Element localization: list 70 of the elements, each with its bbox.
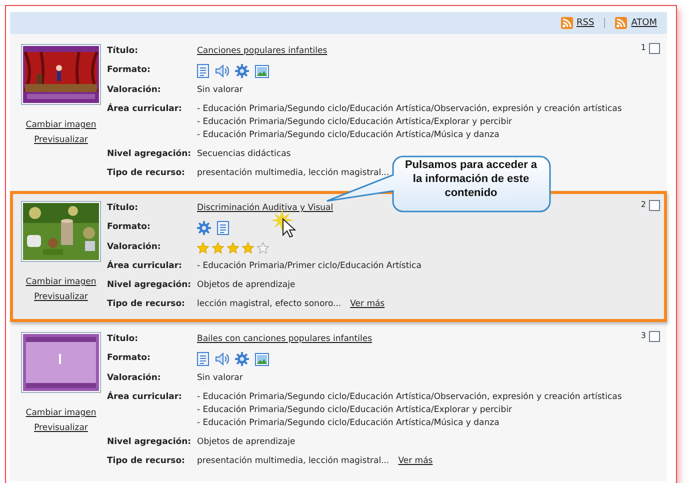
field-label: Formato: [107,221,152,234]
field-label: Título: [107,45,139,58]
field-label: Nivel agregación: [107,148,192,161]
field-label: Nivel agregación: [107,436,192,449]
image-icon [255,352,269,366]
callout-text: Pulsamos para acceder a la información de este contenido [404,158,538,200]
field-value: Objetos de aprendizaje [197,436,296,449]
speaker-icon [215,352,229,366]
result-number: 3 [640,331,646,340]
link[interactable]: Previsualizar [34,422,88,434]
gear-icon [235,352,249,366]
field-label: Valoración: [107,241,162,254]
feed-link[interactable]: RSS [560,17,594,29]
feed-icon [560,17,572,29]
field-value: lección magistral, efecto sonoro... [197,298,342,311]
feed-icon [615,17,628,29]
curricular-area: - Educación Primaria/Segundo ciclo/Educación Artística/Explorar y percibir [197,404,512,417]
curricular-area: - Educación Primaria/Segundo ciclo/Educación Artística/Explorar y percibir [197,116,512,129]
field-value: Sin valorar [197,372,243,385]
field-value: Sin valorar [197,84,243,97]
field-value: presentación multimedia, lección magistral... [197,167,390,180]
checkbox[interactable] [649,331,660,342]
gear-icon [197,221,211,235]
field-label: Valoración: [107,372,162,385]
link[interactable]: Cambiar imagen [26,407,96,419]
field-value: Secuencias didácticas [197,148,291,161]
title-link[interactable]: Discriminación Auditiva y Visual [197,202,334,215]
field-label: Área curricular: [107,102,183,116]
curricular-area: - Educación Primaria/Primer ciclo/Educación Artística [197,260,422,273]
title-link[interactable]: Bailes con canciones populares infantiles [197,333,372,346]
curricular-area: - Educación Primaria/Segundo ciclo/Educación Artística/Música y danza [197,417,500,430]
star-icon [212,242,224,254]
field-label: Título: [107,202,139,215]
gear-icon [235,64,249,78]
title-link[interactable]: Canciones populares infantiles [197,45,328,58]
field-value: Objetos de aprendizaje [197,279,296,292]
document-icon [217,221,229,235]
link[interactable]: Previsualizar [34,134,88,146]
feed-link[interactable]: ATOM [615,17,657,29]
field-label: Tipo de recurso: [107,298,186,311]
result-number: 2 [640,200,646,209]
result-number: 1 [640,43,646,52]
field-label: Tipo de recurso: [107,167,186,180]
link[interactable]: Cambiar imagen [26,276,96,288]
document-icon [197,352,209,366]
link[interactable]: Cambiar imagen [26,119,96,131]
field-label: Tipo de recurso: [107,455,186,468]
star-icon [227,242,239,254]
more-link[interactable]: Ver más [398,455,433,468]
field-value: presentación multimedia, lección magistral... [197,455,390,468]
field-label: Valoración: [107,84,162,97]
speaker-icon [215,64,229,78]
curricular-area: - Educación Primaria/Segundo ciclo/Educación Artística/Observación, expresión y creación artísticas [197,391,622,404]
checkbox[interactable] [649,43,660,54]
field-label: Área curricular: [107,390,183,404]
document-icon [197,64,209,78]
link[interactable]: Previsualizar [34,291,88,303]
field-label: Nivel agregación: [107,279,192,292]
curricular-area: - Educación Primaria/Segundo ciclo/Educación Artística/Observación, expresión y creación artísticas [197,103,622,116]
curricular-area: - Educación Primaria/Segundo ciclo/Educación Artística/Música y danza [197,129,500,142]
star-icon [242,242,254,254]
field-label: Formato: [107,352,152,365]
field-label: Área curricular: [107,259,183,273]
star-icon [257,242,269,254]
more-link[interactable]: Ver más [350,298,385,311]
checkbox[interactable] [649,200,660,211]
field-label: Título: [107,333,139,346]
image-icon [255,64,269,78]
star-icon [197,242,209,254]
field-label: Formato: [107,64,152,77]
